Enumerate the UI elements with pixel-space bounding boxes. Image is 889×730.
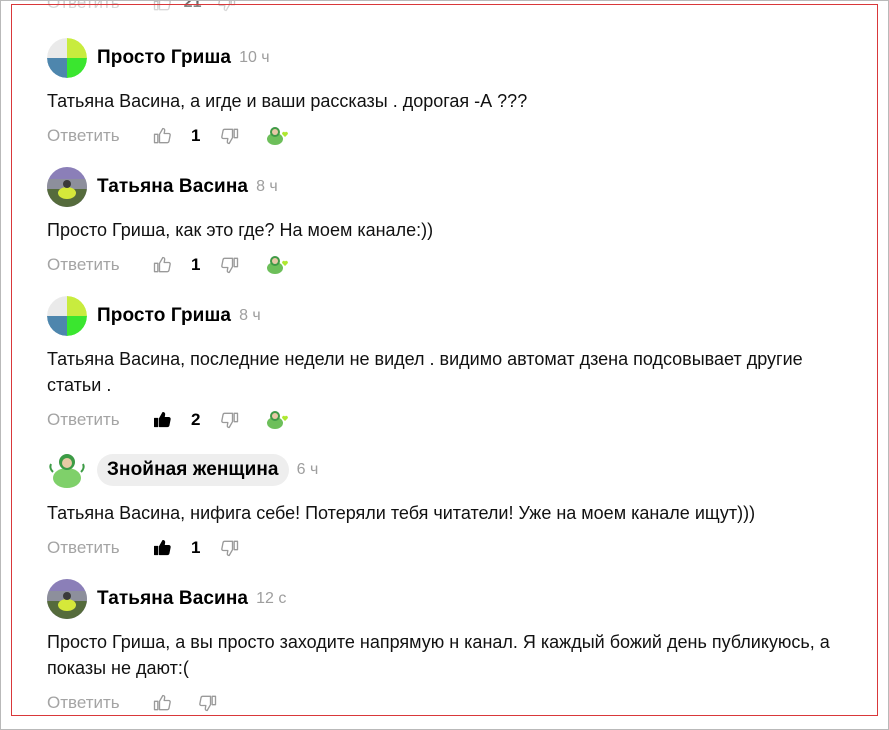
comment-time: 12 с: [256, 590, 287, 607]
comment-header: Просто Гриша 8 ч: [47, 296, 837, 336]
comment-actions: Ответить 1: [47, 253, 837, 277]
comment-text: Просто Гриша, а вы просто заходите напря…: [47, 632, 830, 678]
comment-item: Просто Гриша 8 ч Татьяна Васина, последн…: [47, 296, 837, 432]
previous-comment-actions: Ответить 21: [47, 0, 237, 14]
like-icon[interactable]: [152, 254, 174, 276]
like-count: 1: [190, 255, 201, 274]
like-count: 21: [183, 0, 202, 11]
avatar[interactable]: [47, 296, 87, 336]
dislike-icon[interactable]: [220, 254, 242, 276]
author-name[interactable]: Просто Гриша: [97, 305, 231, 327]
dislike-icon[interactable]: [198, 692, 220, 714]
like-count: 2: [190, 410, 201, 429]
author-reaction-icon: [264, 124, 290, 148]
like-icon[interactable]: [152, 692, 174, 714]
author-reaction-icon: [264, 253, 290, 277]
author-name[interactable]: Знойная женщина: [97, 454, 289, 486]
like-icon-active[interactable]: [152, 537, 174, 559]
comment-time: 6 ч: [296, 461, 319, 478]
comment-text: Просто Гриша, как это где? На моем канал…: [47, 220, 434, 240]
comment-time: 10 ч: [239, 49, 270, 66]
comment-item: Знойная женщина 6 ч Татьяна Васина, нифи…: [47, 450, 837, 560]
comment-item: Татьяна Васина 12 с Просто Гриша, а вы п…: [47, 579, 837, 715]
comment-text: Татьяна Васина, нифига себе! Потеряли те…: [47, 503, 756, 523]
like-icon[interactable]: [152, 125, 174, 147]
author-name[interactable]: Просто Гриша: [97, 47, 231, 69]
reply-button[interactable]: Ответить: [47, 255, 120, 275]
comment-header: Знойная женщина 6 ч: [47, 450, 837, 490]
author-reaction-icon: [264, 408, 290, 432]
dislike-icon[interactable]: [220, 125, 242, 147]
author-name[interactable]: Татьяна Васина: [97, 176, 248, 198]
comment-header: Татьяна Васина 12 с: [47, 579, 837, 619]
comment-actions: Ответить: [47, 691, 837, 715]
like-count: 1: [190, 538, 201, 557]
like-count: 1: [190, 126, 201, 145]
comment-item: Просто Гриша 10 ч Татьяна Васина, а игде…: [47, 38, 837, 148]
avatar[interactable]: [47, 450, 87, 490]
comment-actions: Ответить 1: [47, 124, 837, 148]
comment-text: Татьяна Васина, а игде и ваши рассказы .…: [47, 91, 528, 111]
avatar[interactable]: [47, 38, 87, 78]
comment-text: Татьяна Васина, последние недели не виде…: [47, 349, 803, 395]
reply-button[interactable]: Ответить: [47, 693, 120, 713]
reply-button[interactable]: Ответить: [47, 126, 120, 146]
reply-button[interactable]: Ответить: [47, 410, 120, 430]
comment-header: Просто Гриша 10 ч: [47, 38, 837, 78]
author-name[interactable]: Татьяна Васина: [97, 588, 248, 610]
comment-time: 8 ч: [256, 178, 278, 195]
reply-button[interactable]: Ответить: [47, 538, 120, 558]
avatar[interactable]: [47, 579, 87, 619]
comment-item: Татьяна Васина 8 ч Просто Гриша, как это…: [47, 167, 837, 277]
like-icon[interactable]: [152, 0, 172, 13]
dislike-icon[interactable]: [220, 409, 242, 431]
comment-actions: Ответить 2: [47, 408, 837, 432]
dislike-icon[interactable]: [220, 537, 242, 559]
dislike-icon[interactable]: [217, 0, 237, 13]
comment-header: Татьяна Васина 8 ч: [47, 167, 837, 207]
comment-time: 8 ч: [239, 307, 261, 324]
avatar[interactable]: [47, 167, 87, 207]
like-icon-active[interactable]: [152, 409, 174, 431]
comment-actions: Ответить 1: [47, 536, 837, 560]
reply-button[interactable]: Ответить: [47, 0, 120, 13]
